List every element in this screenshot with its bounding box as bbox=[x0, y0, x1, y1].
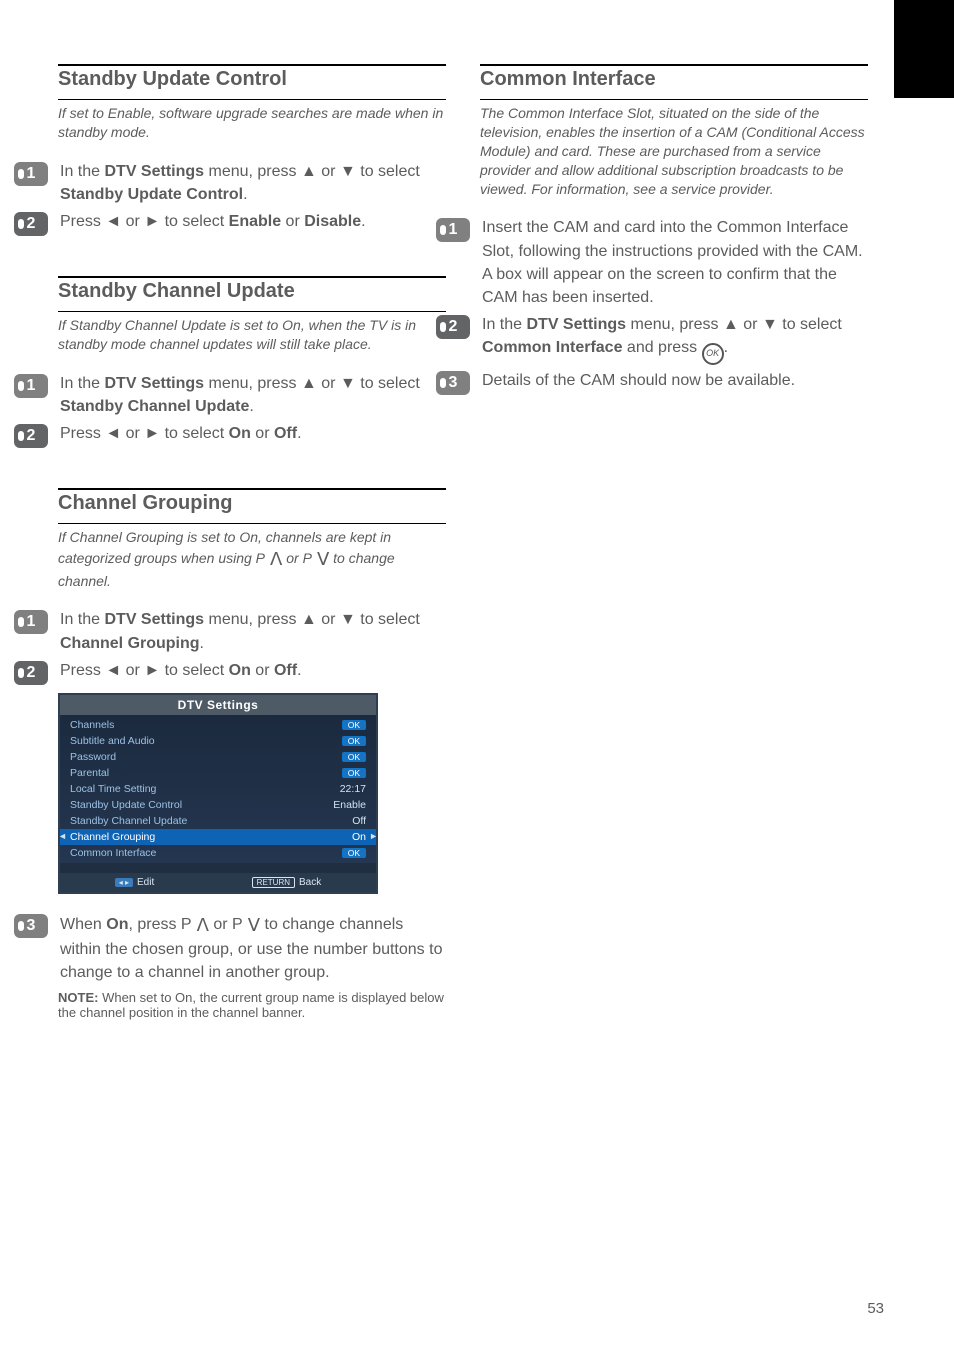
step-bullet: 3 bbox=[436, 371, 470, 395]
ok-chip: OK bbox=[342, 736, 366, 746]
dtv-settings-panel: DTV Settings ChannelsOK Subtitle and Aud… bbox=[58, 693, 378, 894]
step-text: In the DTV Settings menu, press ▲ or ▼ t… bbox=[60, 372, 446, 418]
step-text: In the DTV Settings menu, press ▲ or ▼ t… bbox=[60, 608, 446, 654]
section-subtitle: If Channel Grouping is set to On, channe… bbox=[58, 528, 446, 590]
step-1: 1 In the DTV Settings menu, press ▲ or ▼… bbox=[14, 372, 446, 418]
step-2: 2 Press ◄ or ► to select Enable or Disab… bbox=[14, 210, 446, 236]
step-text: Press ◄ or ► to select On or Off. bbox=[60, 659, 302, 682]
ok-chip: OK bbox=[342, 752, 366, 762]
step-text: Press ◄ or ► to select On or Off. bbox=[60, 422, 302, 445]
step-text: Press ◄ or ► to select Enable or Disable… bbox=[60, 210, 366, 233]
step-text: In the DTV Settings menu, press ▲ or ▼ t… bbox=[60, 160, 446, 206]
rule bbox=[58, 523, 446, 524]
return-chip: RETURN bbox=[252, 877, 295, 888]
panel-row: Common InterfaceOK bbox=[60, 845, 376, 861]
step-1: 1 Insert the CAM and card into the Commo… bbox=[436, 216, 868, 309]
step-1: 1 In the DTV Settings menu, press ▲ or ▼… bbox=[14, 608, 446, 654]
rule bbox=[58, 64, 446, 66]
step-bullet: 1 bbox=[436, 218, 470, 242]
step-3: 3 Details of the CAM should now be avail… bbox=[436, 369, 868, 395]
section-subtitle: The Common Interface Slot, situated on t… bbox=[480, 104, 868, 198]
section-title: Channel Grouping bbox=[58, 492, 446, 515]
panel-row: Standby Channel UpdateOff bbox=[60, 813, 376, 829]
rule bbox=[58, 311, 446, 312]
rule bbox=[58, 488, 446, 490]
step-2: 2 In the DTV Settings menu, press ▲ or ▼… bbox=[436, 313, 868, 365]
ok-key-icon: OK bbox=[702, 343, 724, 365]
page-number: 53 bbox=[867, 1300, 884, 1317]
ok-chip: OK bbox=[342, 768, 366, 778]
step-text: In the DTV Settings menu, press ▲ or ▼ t… bbox=[482, 313, 868, 365]
step-text: When On, press P ᐱ or P ᐯ to change chan… bbox=[60, 912, 446, 984]
step-bullet: 2 bbox=[14, 212, 48, 236]
step-3: 3 When On, press P ᐱ or P ᐯ to change ch… bbox=[14, 912, 446, 984]
section-title: Common Interface bbox=[480, 68, 868, 91]
step-bullet: 2 bbox=[14, 661, 48, 685]
panel-row: Standby Update ControlEnable bbox=[60, 797, 376, 813]
panel-row: PasswordOK bbox=[60, 749, 376, 765]
note: NOTE: When set to On, the current group … bbox=[58, 990, 446, 1020]
side-tab bbox=[894, 0, 954, 98]
step-text: Insert the CAM and card into the Common … bbox=[482, 216, 868, 309]
step-bullet: 3 bbox=[14, 914, 48, 938]
section-channel-grouping: Channel Grouping If Channel Grouping is … bbox=[58, 488, 446, 1020]
section-title: Standby Update Control bbox=[58, 68, 446, 91]
section-subtitle: If set to Enable, software upgrade searc… bbox=[58, 104, 446, 142]
step-bullet: 1 bbox=[14, 162, 48, 186]
step-bullet: 2 bbox=[436, 315, 470, 339]
section-title: Standby Channel Update bbox=[58, 280, 446, 303]
step-bullet: 1 bbox=[14, 374, 48, 398]
section-standby-channel-update: Standby Channel Update If Standby Channe… bbox=[58, 276, 446, 448]
panel-row: Local Time Setting22:17 bbox=[60, 781, 376, 797]
step-2: 2 Press ◄ or ► to select On or Off. bbox=[14, 422, 446, 448]
panel-row: ChannelsOK bbox=[60, 717, 376, 733]
step-2: 2 Press ◄ or ► to select On or Off. bbox=[14, 659, 446, 685]
panel-row: Subtitle and AudioOK bbox=[60, 733, 376, 749]
step-bullet: 1 bbox=[14, 610, 48, 634]
panel-row: ParentalOK bbox=[60, 765, 376, 781]
rule bbox=[58, 276, 446, 278]
nav-chip: ◂ ▸ bbox=[115, 878, 133, 887]
ok-chip: OK bbox=[342, 848, 366, 858]
ok-chip: OK bbox=[342, 720, 366, 730]
panel-title: DTV Settings bbox=[60, 695, 376, 715]
step-1: 1 In the DTV Settings menu, press ▲ or ▼… bbox=[14, 160, 446, 206]
panel-body: ChannelsOK Subtitle and AudioOK Password… bbox=[60, 715, 376, 863]
step-bullet: 2 bbox=[14, 424, 48, 448]
panel-footer: ◂ ▸Edit RETURNBack bbox=[60, 863, 376, 892]
section-common-interface: Common Interface The Common Interface Sl… bbox=[480, 64, 868, 395]
rule bbox=[480, 64, 868, 66]
step-text: Details of the CAM should now be availab… bbox=[482, 369, 795, 392]
rule bbox=[58, 99, 446, 100]
panel-row-selected: Channel GroupingOn bbox=[60, 829, 376, 845]
rule bbox=[480, 99, 868, 100]
section-subtitle: If Standby Channel Update is set to On, … bbox=[58, 316, 446, 354]
section-standby-update-control: Standby Update Control If set to Enable,… bbox=[58, 64, 446, 236]
